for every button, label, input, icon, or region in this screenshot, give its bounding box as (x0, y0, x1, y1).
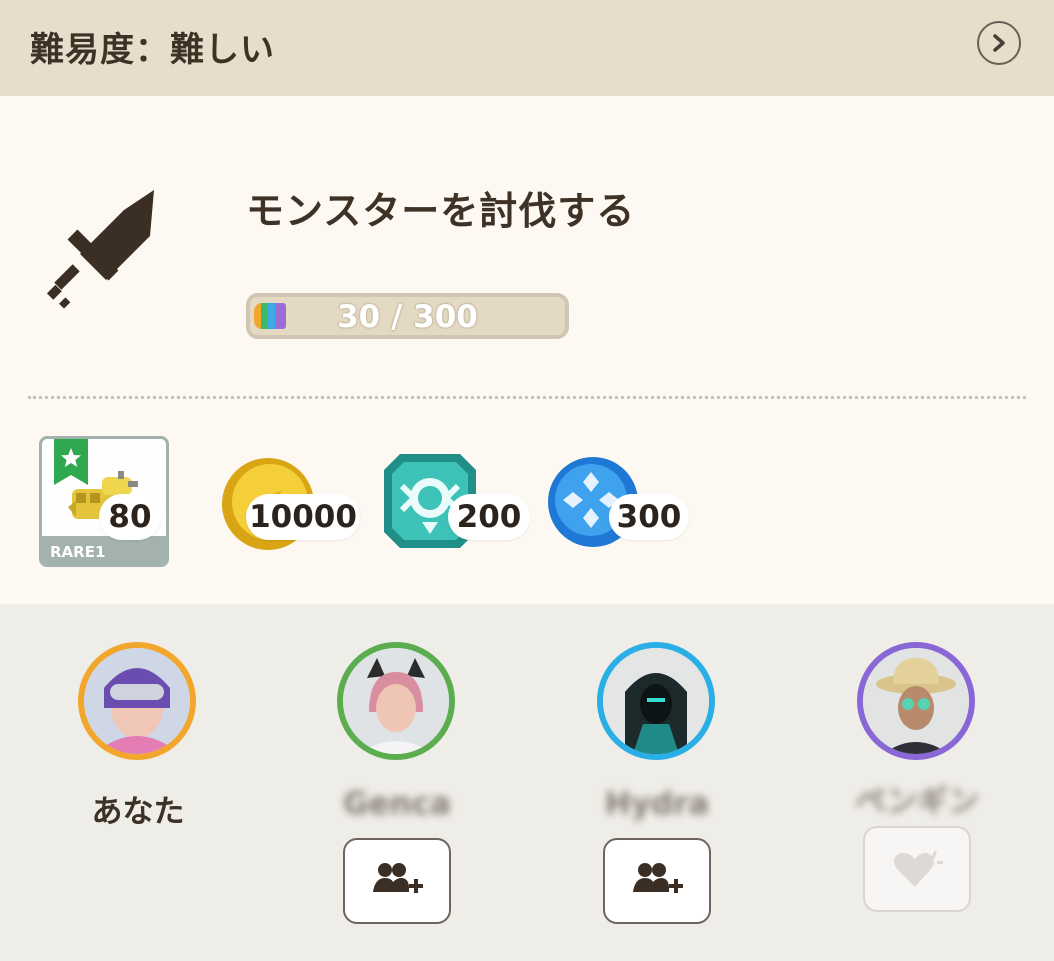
chevron-right-icon (993, 34, 1005, 52)
gem-quantity: 200 (448, 494, 530, 540)
character-portrait-icon (343, 648, 449, 754)
character-portrait-icon (603, 648, 709, 754)
avatar[interactable] (597, 642, 715, 760)
reward-item[interactable]: RARE1 80 (39, 436, 169, 567)
item-quantity: 80 (99, 494, 161, 540)
next-button[interactable] (977, 21, 1021, 65)
progress-text: 30 / 300 (337, 299, 478, 335)
player-name: ペンギン (855, 784, 979, 820)
reward-coin[interactable]: 10000 (220, 456, 360, 552)
party-panel: あなた Genca Hydra ペンギン (0, 604, 1054, 961)
character-portrait-icon (863, 648, 969, 754)
player-name: Hydra (604, 786, 710, 822)
heart-icon (894, 850, 943, 887)
reward-orb[interactable]: 300 (547, 456, 689, 548)
coin-quantity: 10000 (246, 494, 360, 540)
difficulty-title: 難易度：難しい (30, 30, 275, 70)
avatar[interactable] (337, 642, 455, 760)
add-friend-icon (633, 863, 683, 893)
progress-bar: 30 / 300 (246, 293, 569, 339)
like-button[interactable] (863, 826, 971, 912)
avatar[interactable] (857, 642, 975, 760)
add-friend-button[interactable] (343, 838, 451, 924)
header-bar: 難易度：難しい (0, 0, 1054, 96)
rarity-band: RARE1 (42, 536, 166, 564)
player-name: Genca (343, 786, 451, 822)
character-portrait-icon (84, 648, 190, 754)
mission-title: モンスターを討伐する (246, 189, 636, 233)
rarity-label: RARE1 (50, 543, 106, 561)
add-friend-button[interactable] (603, 838, 711, 924)
avatar[interactable] (78, 642, 196, 760)
add-friend-icon (373, 863, 423, 893)
orb-quantity: 300 (609, 494, 689, 540)
dotted-divider (28, 396, 1026, 399)
reward-gem[interactable]: 200 (382, 452, 530, 550)
sword-icon (46, 190, 154, 309)
player-name: あなた (91, 794, 185, 830)
